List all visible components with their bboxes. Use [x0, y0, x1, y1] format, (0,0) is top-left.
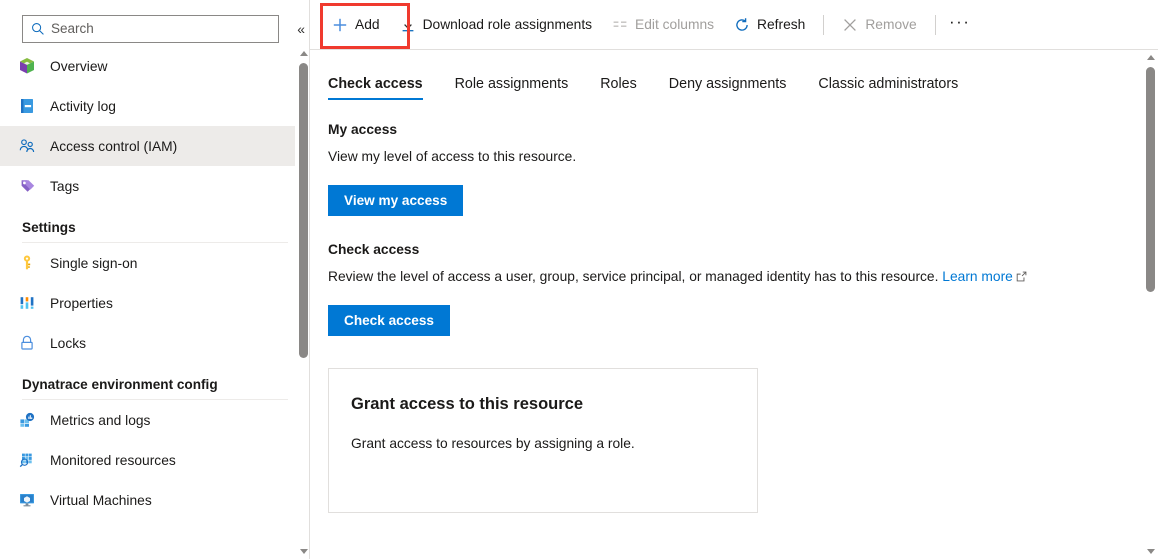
sidebar-item-metrics-and-logs[interactable]: Metrics and logs	[0, 400, 310, 440]
more-commands-icon[interactable]: ···	[944, 9, 976, 41]
grant-access-card[interactable]: Grant access to this resource Grant acce…	[328, 368, 758, 513]
refresh-button-label: Refresh	[757, 17, 806, 32]
lock-icon	[18, 334, 36, 352]
search-icon	[31, 22, 45, 36]
check-access-button[interactable]: Check access	[328, 305, 450, 336]
sidebar-item-label: Locks	[50, 335, 87, 351]
edit-columns-label: Edit columns	[635, 17, 715, 32]
download-icon	[400, 17, 416, 33]
close-icon	[842, 17, 858, 33]
tab-role-assignments[interactable]: Role assignments	[439, 76, 585, 100]
sidebar-search-row: «	[0, 0, 310, 46]
check-access-description-text: Review the level of access a user, group…	[328, 269, 939, 284]
sidebar-group-settings: Settings	[0, 206, 310, 243]
learn-more-link[interactable]: Learn more	[942, 269, 1027, 284]
sidebar-item-label: Overview	[50, 58, 108, 74]
toolbar-separator	[934, 14, 936, 35]
activity-log-icon	[18, 97, 36, 115]
my-access-description: View my level of access to this resource…	[328, 149, 577, 164]
edit-columns-button: Edit columns	[602, 9, 724, 41]
sidebar-item-label: Virtual Machines	[50, 492, 152, 508]
check-access-title: Check access	[328, 242, 420, 257]
toolbar-separator	[823, 14, 825, 35]
sidebar-item-tags[interactable]: Tags	[0, 166, 310, 206]
sidebar-item-overview[interactable]: Overview	[0, 46, 310, 86]
command-toolbar: Add Download role assignments Edit colum…	[310, 0, 1158, 50]
tags-icon	[18, 177, 36, 195]
grant-access-card-description: Grant access to resources by assigning a…	[351, 436, 635, 451]
add-button[interactable]: Add	[322, 9, 390, 41]
properties-bars-icon	[18, 294, 36, 312]
tab-label: Role assignments	[454, 76, 569, 92]
plus-icon	[332, 17, 348, 33]
main-scrollbar[interactable]	[1143, 50, 1158, 559]
external-link-icon	[1016, 267, 1027, 282]
learn-more-label: Learn more	[942, 269, 1013, 284]
sidebar-item-label: Activity log	[50, 98, 116, 114]
sidebar-item-properties[interactable]: Properties	[0, 283, 310, 323]
tab-label: Roles	[600, 76, 637, 92]
grant-access-card-title: Grant access to this resource	[351, 395, 584, 413]
sidebar-item-access-control-iam[interactable]: Access control (IAM)	[0, 126, 310, 166]
tab-classic-administrators[interactable]: Classic administrators	[802, 76, 974, 100]
sidebar-group-title: Settings	[22, 220, 76, 235]
sidebar-item-label: Metrics and logs	[50, 412, 151, 428]
check-access-content: My access View my level of access to thi…	[310, 100, 1100, 513]
tab-label: Check access	[328, 76, 423, 92]
sidebar-item-locks[interactable]: Locks	[0, 323, 310, 363]
tab-deny-assignments[interactable]: Deny assignments	[653, 76, 803, 100]
sidebar-item-virtual-machines[interactable]: Virtual Machines	[0, 480, 310, 520]
collapse-menu-icon[interactable]: «	[292, 18, 310, 40]
download-button-label: Download role assignments	[422, 17, 593, 32]
remove-button: Remove	[832, 9, 926, 41]
main-scrollbar-thumb[interactable]	[1146, 67, 1155, 292]
view-my-access-button[interactable]: View my access	[328, 185, 464, 216]
key-icon	[18, 254, 36, 272]
sidebar-item-single-sign-on[interactable]: Single sign-on	[0, 243, 310, 283]
metrics-logs-icon	[18, 411, 36, 429]
search-input[interactable]	[51, 21, 261, 36]
sidebar-item-monitored-resources[interactable]: Monitored resources	[0, 440, 310, 480]
scroll-up-arrow-icon[interactable]	[1143, 50, 1158, 65]
tab-label: Classic administrators	[818, 76, 959, 92]
monitored-resources-icon	[18, 451, 36, 469]
refresh-button[interactable]: Refresh	[724, 9, 815, 41]
iam-tabs: Check access Role assignments Roles Deny…	[310, 50, 1158, 100]
refresh-icon	[734, 17, 750, 33]
sidebar-item-label: Single sign-on	[50, 255, 138, 271]
sidebar-item-activity-log[interactable]: Activity log	[0, 86, 310, 126]
resource-menu-sidebar: « Overview	[0, 0, 310, 559]
main-panel: Add Download role assignments Edit colum…	[310, 0, 1158, 559]
check-access-description: Review the level of access a user, group…	[328, 266, 1088, 287]
scroll-down-arrow-icon[interactable]	[1143, 544, 1158, 559]
sidebar-group-title: Dynatrace environment config	[22, 377, 218, 392]
overview-cube-icon	[18, 57, 36, 75]
sidebar-item-label: Properties	[50, 295, 113, 311]
tab-roles[interactable]: Roles	[584, 76, 653, 100]
sidebar-scroll-region: Overview Activity log Access control (IA…	[0, 46, 310, 559]
search-box[interactable]	[22, 14, 280, 43]
tab-check-access[interactable]: Check access	[328, 76, 439, 100]
edit-columns-icon	[612, 17, 628, 33]
sidebar-item-label: Tags	[50, 178, 80, 194]
virtual-machines-icon	[18, 491, 36, 509]
add-button-label: Add	[355, 17, 380, 32]
sidebar-item-label: Monitored resources	[50, 452, 176, 468]
sidebar-scrollbar-thumb[interactable]	[299, 63, 308, 358]
sidebar-item-label: Access control (IAM)	[50, 138, 178, 154]
my-access-title: My access	[328, 122, 398, 137]
sidebar-scrollbar[interactable]	[295, 46, 310, 559]
remove-button-label: Remove	[865, 17, 917, 32]
azure-portal-iam-screen: « Overview	[0, 0, 1158, 559]
download-role-assignments-button[interactable]: Download role assignments	[390, 9, 602, 41]
tab-label: Deny assignments	[668, 76, 787, 92]
access-control-people-icon	[18, 137, 36, 155]
sidebar-group-dynatrace: Dynatrace environment config	[0, 363, 310, 400]
